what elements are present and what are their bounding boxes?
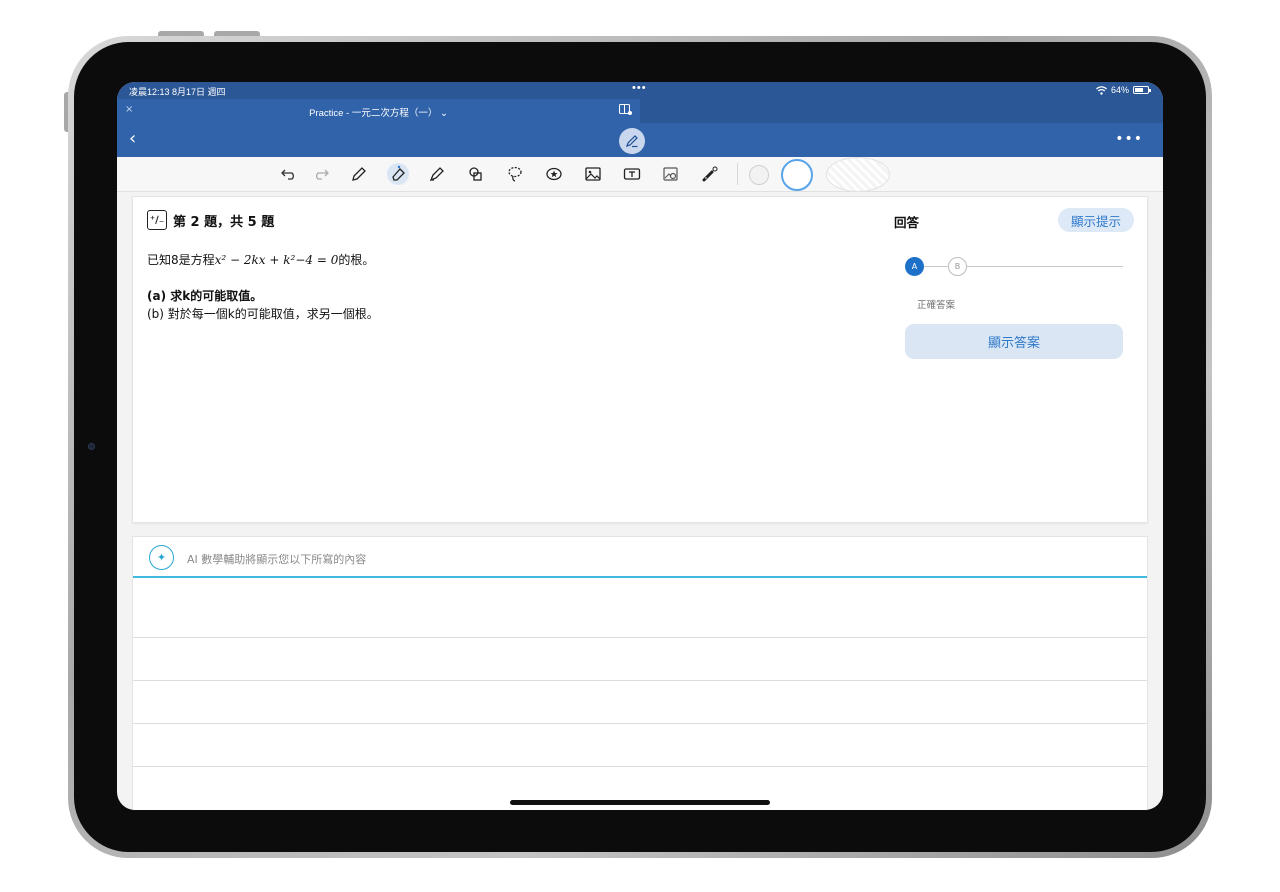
ruled-line — [133, 680, 1147, 681]
step-b[interactable]: B — [948, 257, 967, 276]
question-part-b: (b) 對於每一個k的可能取值，求另一個根。 — [147, 307, 379, 321]
image-icon — [585, 167, 601, 181]
stem-prefix: 已知8是方程 — [147, 253, 215, 267]
question-counter: 第 2 題，共 5 題 — [173, 215, 275, 230]
ai-placeholder: AI 數學輔助將顯示您以下所寫的內容 — [187, 553, 367, 566]
ruled-line — [133, 723, 1147, 724]
color-swatch-transparent[interactable] — [826, 157, 890, 192]
front-camera — [88, 443, 95, 450]
question-card: ⁺∕₋ 第 2 題，共 5 題 已知8是方程x² − 2kx + k²−4 = … — [132, 196, 1148, 523]
battery-icon — [1133, 86, 1151, 94]
ai-sparkle-icon: ✦ — [149, 545, 174, 570]
undo-button[interactable] — [278, 163, 300, 185]
highlighter-tool[interactable] — [426, 163, 448, 185]
draw-mode-button[interactable] — [619, 128, 645, 154]
highlighter-icon — [429, 167, 444, 182]
color-swatch-gray[interactable] — [749, 165, 769, 185]
split-view-icon[interactable] — [619, 104, 632, 115]
answer-title: 回答 — [894, 215, 920, 230]
ruled-line — [133, 766, 1147, 767]
nav-bar: ‹ ••• — [117, 123, 1163, 157]
drawing-toolbar — [117, 157, 1163, 192]
home-indicator[interactable] — [510, 800, 770, 805]
step-track — [967, 266, 1123, 267]
laser-pointer-icon — [702, 166, 718, 182]
show-hint-button[interactable]: 顯示提示 — [1058, 208, 1134, 232]
sticker-tool[interactable] — [543, 163, 565, 185]
wifi-icon — [1096, 85, 1107, 95]
multitasking-dots[interactable]: ••• — [632, 82, 647, 94]
textbox-tool[interactable] — [621, 163, 643, 185]
back-button[interactable]: ‹ — [129, 130, 136, 148]
status-time: 凌晨12:13 8月17日 週四 — [129, 87, 226, 97]
stem-equation: x² − 2kx + k²−4 = 0 — [214, 253, 339, 267]
pen-tool[interactable] — [348, 163, 370, 185]
undo-icon — [281, 169, 294, 180]
laser-pointer-tool[interactable] — [699, 163, 721, 185]
eraser-icon — [392, 165, 405, 181]
pen-edit-icon — [626, 135, 638, 148]
tab-title[interactable]: Practice - 一元二次方程（一） ⌄ — [117, 105, 640, 119]
shapes-icon — [469, 167, 482, 181]
image-search-tool[interactable] — [660, 163, 682, 185]
status-bar: 凌晨12:13 8月17日 週四 ••• 64% — [117, 82, 1163, 99]
tab-practice[interactable]: × Practice - 一元二次方程（一） ⌄ — [117, 99, 640, 123]
lasso-icon — [508, 166, 522, 182]
color-swatch-white-selected[interactable] — [781, 159, 813, 191]
status-right: 64% — [1096, 85, 1151, 95]
more-options-button[interactable]: ••• — [1115, 131, 1143, 147]
ai-writing-area[interactable]: ✦ AI 數學輔助將顯示您以下所寫的內容 — [132, 536, 1148, 810]
show-answer-button[interactable]: 顯示答案 — [905, 324, 1123, 359]
redo-icon — [316, 169, 329, 180]
ai-header-underline — [133, 576, 1147, 578]
shapes-tool[interactable] — [465, 163, 487, 185]
toolbar-divider — [737, 163, 738, 185]
tab-bar: × Practice - 一元二次方程（一） ⌄ — [117, 99, 1163, 123]
correct-answer-label: 正確答案 — [917, 300, 956, 311]
redo-button[interactable] — [310, 163, 332, 185]
sticker-icon — [546, 167, 562, 181]
question-stem: 已知8是方程x² − 2kx + k²−4 = 0的根。 — [147, 251, 374, 268]
step-a[interactable]: A — [905, 257, 924, 276]
question-part-a: (a) 求k的可能取值。 — [147, 289, 263, 303]
pen-icon — [352, 167, 366, 181]
stem-suffix: 的根。 — [338, 253, 375, 267]
lasso-tool[interactable] — [504, 163, 526, 185]
step-connector — [924, 266, 948, 267]
ruled-line — [133, 637, 1147, 638]
eraser-tool[interactable] — [387, 163, 409, 185]
screen: 凌晨12:13 8月17日 週四 ••• 64% × Practice - 一元… — [117, 82, 1163, 810]
image-tool[interactable] — [582, 163, 604, 185]
image-search-icon — [663, 167, 678, 181]
math-icon: ⁺∕₋ — [147, 210, 167, 230]
battery-percent: 64% — [1110, 85, 1129, 95]
textbox-icon — [623, 168, 641, 180]
